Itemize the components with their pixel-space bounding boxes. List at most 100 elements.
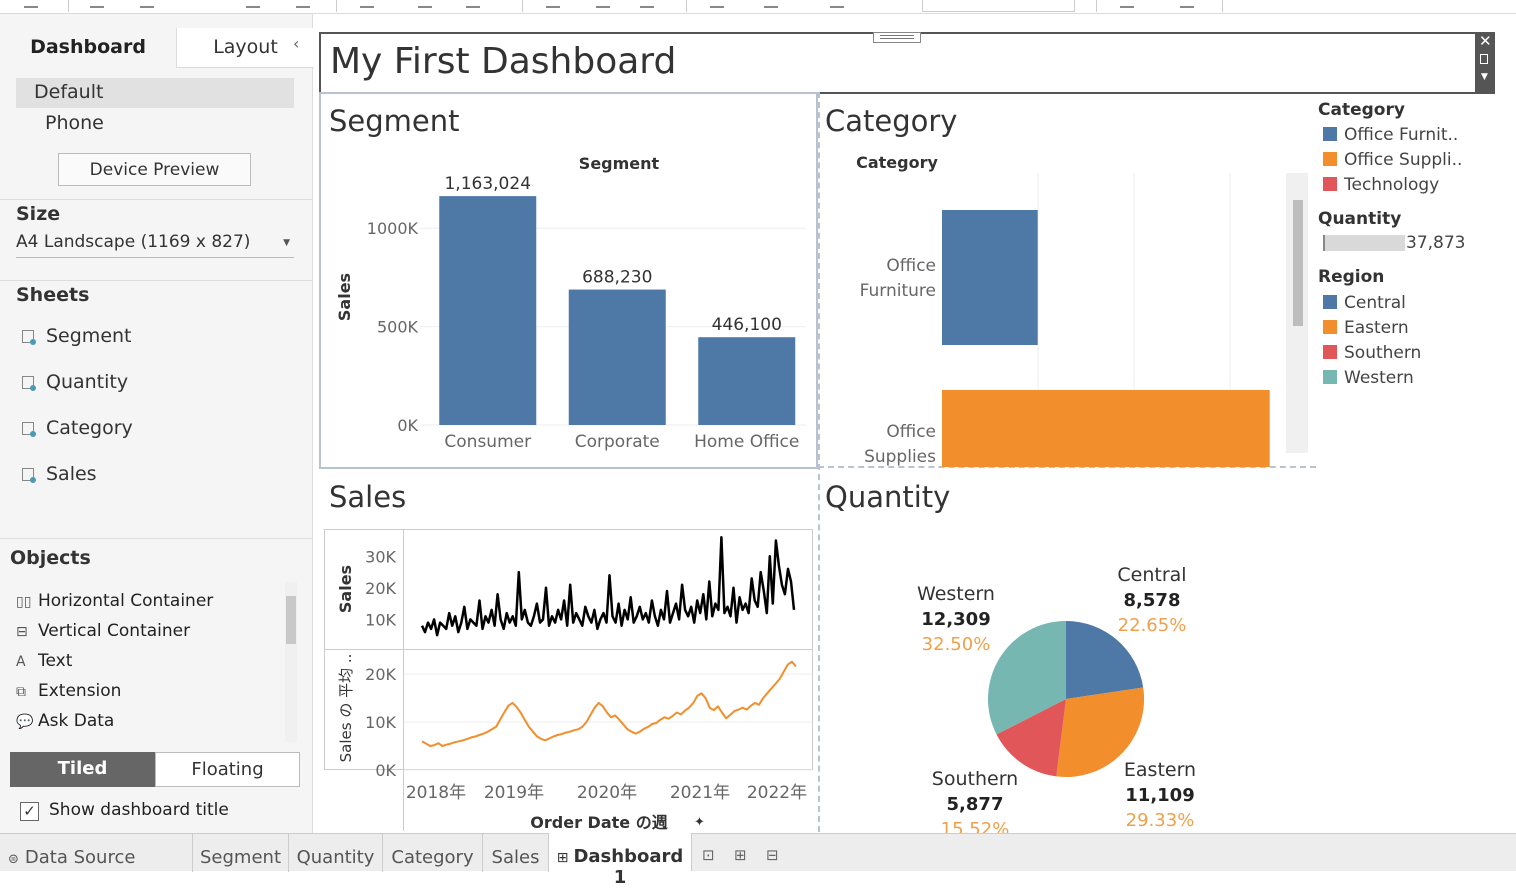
sales-pane-title: Sales bbox=[329, 480, 407, 514]
sheet-item-sales[interactable]: Sales bbox=[22, 463, 97, 489]
toolbar-icon[interactable] bbox=[546, 0, 560, 8]
new-story-icon[interactable]: ⊟ bbox=[766, 846, 779, 864]
pie-label-name: Western bbox=[917, 583, 995, 605]
tiled-toggle[interactable]: Tiled bbox=[10, 752, 155, 787]
sheet-item-segment[interactable]: Segment bbox=[22, 325, 132, 351]
dashboard-title-box[interactable]: My First Dashboard bbox=[319, 32, 1478, 94]
y-tick-label: 500K bbox=[377, 318, 419, 337]
tab-segment[interactable]: Segment bbox=[193, 834, 289, 872]
y-category-label: Supplies bbox=[864, 447, 936, 467]
toolbar bbox=[0, 0, 1516, 14]
bar-office-furniture[interactable] bbox=[942, 210, 1038, 345]
toolbar-separator bbox=[522, 0, 523, 12]
pie-label-percent: 29.33% bbox=[1126, 810, 1195, 831]
pie-label-percent: 32.50% bbox=[922, 634, 991, 655]
toolbar-icon[interactable] bbox=[296, 0, 310, 8]
duplicate-icon[interactable] bbox=[418, 0, 432, 8]
toolbar-icon[interactable] bbox=[1120, 0, 1134, 8]
scrollbar-thumb[interactable] bbox=[286, 596, 296, 644]
toolbar-icon[interactable] bbox=[640, 0, 654, 8]
y-tick-label: 0K bbox=[397, 416, 418, 435]
y-category-label: Furniture bbox=[860, 281, 936, 301]
highlight-icon[interactable] bbox=[710, 0, 724, 8]
new-dashboard-icon[interactable]: ⊞ bbox=[734, 846, 747, 864]
vertical-container-icon: ⊟ bbox=[16, 624, 28, 640]
toolbar-icon[interactable] bbox=[830, 0, 844, 8]
new-worksheet-icon[interactable] bbox=[360, 0, 374, 8]
show-title-checkbox[interactable]: ✓ bbox=[20, 802, 39, 821]
y-tick-label: 0K bbox=[375, 761, 396, 780]
tab-quantity[interactable]: Quantity bbox=[289, 834, 383, 872]
size-dropdown[interactable]: A4 Landscape (1169 x 827) ▼ bbox=[16, 232, 294, 258]
tab-category[interactable]: Category bbox=[383, 834, 483, 872]
toolbar-icon[interactable] bbox=[764, 0, 778, 8]
toolbar-icon[interactable] bbox=[1180, 0, 1194, 8]
collapse-panel-icon[interactable]: ‹ bbox=[293, 34, 299, 53]
legend-item-western[interactable]: Western bbox=[1323, 368, 1414, 390]
object-vertical-container[interactable]: ⊟ Vertical Container bbox=[16, 621, 190, 647]
y-category-label: Office bbox=[886, 422, 936, 442]
legend-item-office-supplies[interactable]: Office Suppli.. bbox=[1323, 150, 1462, 172]
object-extension[interactable]: ⧉ Extension bbox=[16, 681, 121, 707]
tab-dashboard[interactable]: Dashboard bbox=[0, 28, 176, 68]
database-icon: ⊜ bbox=[8, 852, 19, 867]
worksheet-icon bbox=[22, 376, 36, 391]
legend-item-central[interactable]: Central bbox=[1323, 293, 1406, 315]
object-text[interactable]: A Text bbox=[16, 651, 72, 677]
category-chart-header: Category bbox=[856, 153, 938, 172]
y-tick-label: 20K bbox=[365, 665, 396, 684]
device-preview-button[interactable]: Device Preview bbox=[58, 153, 251, 186]
more-options-icon[interactable]: ▼ bbox=[1481, 72, 1488, 82]
segment-bar-chart: Segment Sales 1000K 500K 0K 1,163,024 Consu… bbox=[335, 154, 806, 452]
segment-chart-header: Segment bbox=[579, 154, 660, 173]
bar-home-office[interactable] bbox=[698, 337, 796, 425]
category-scrollbar-thumb[interactable] bbox=[1293, 200, 1303, 326]
chevron-down-icon: ▼ bbox=[283, 238, 290, 248]
object-horizontal-container[interactable]: ▯▯ Horizontal Container bbox=[16, 591, 213, 617]
quantity-legend-heading: Quantity bbox=[1318, 209, 1402, 229]
toolbar-icon[interactable] bbox=[246, 0, 260, 8]
pin-icon[interactable] bbox=[1480, 54, 1488, 64]
objects-heading: Objects bbox=[10, 547, 91, 569]
object-ask-data[interactable]: 💬 Ask Data bbox=[16, 711, 114, 737]
close-icon[interactable]: ✕ bbox=[1479, 32, 1492, 50]
sheet-item-quantity[interactable]: Quantity bbox=[22, 371, 128, 397]
clear-icon[interactable] bbox=[466, 0, 480, 8]
sheet-tab-bar: ⊜ Data Source Segment Quantity Category S… bbox=[0, 833, 1516, 888]
tab-dashboard-1[interactable]: ⊞ Dashboard 1 bbox=[549, 833, 692, 888]
redo-icon[interactable] bbox=[140, 0, 154, 8]
category-legend-heading: Category bbox=[1318, 100, 1405, 120]
x-tick-label: 2019年 bbox=[484, 783, 544, 803]
bar-office-supplies[interactable] bbox=[942, 390, 1270, 467]
bar-corporate[interactable] bbox=[568, 289, 666, 425]
legend-label: Office Furnit.. bbox=[1344, 125, 1459, 145]
objects-scrollbar[interactable] bbox=[285, 582, 297, 742]
sheet-item-category[interactable]: Category bbox=[22, 417, 133, 443]
undo-icon[interactable] bbox=[90, 0, 104, 8]
toolbar-icon[interactable] bbox=[24, 0, 38, 8]
legend-item-southern[interactable]: Southern bbox=[1323, 343, 1421, 365]
legend-label: Central bbox=[1344, 293, 1406, 313]
tab-sales[interactable]: Sales bbox=[483, 834, 549, 872]
floating-toggle[interactable]: Floating bbox=[155, 752, 300, 787]
size-heading: Size bbox=[16, 203, 61, 225]
sales-x-axis-label: Order Date の週 bbox=[530, 813, 667, 832]
device-phone[interactable]: Phone bbox=[45, 112, 104, 134]
bar-consumer[interactable] bbox=[439, 196, 537, 425]
legend-item-office-furniture[interactable]: Office Furnit.. bbox=[1323, 125, 1458, 147]
toolbar-icon[interactable] bbox=[596, 0, 610, 8]
quantity-size-legend-bar bbox=[1323, 235, 1405, 251]
pin-icon[interactable]: ✦ bbox=[694, 815, 705, 830]
sales-weekly-line[interactable] bbox=[420, 536, 796, 637]
pie-label-name: Eastern bbox=[1124, 759, 1196, 781]
x-category-label: Consumer bbox=[444, 432, 531, 452]
sheet-item-label: Segment bbox=[46, 325, 132, 347]
drag-handle[interactable] bbox=[873, 32, 921, 43]
legend-item-technology[interactable]: Technology bbox=[1323, 175, 1439, 197]
new-worksheet-icon[interactable]: ⊡ bbox=[702, 846, 715, 864]
data-source-tab[interactable]: ⊜ Data Source bbox=[0, 834, 193, 872]
legend-item-eastern[interactable]: Eastern bbox=[1323, 318, 1409, 340]
device-default[interactable]: Default bbox=[16, 78, 294, 108]
fit-dropdown[interactable] bbox=[922, 0, 1075, 12]
object-label: Text bbox=[38, 651, 73, 671]
